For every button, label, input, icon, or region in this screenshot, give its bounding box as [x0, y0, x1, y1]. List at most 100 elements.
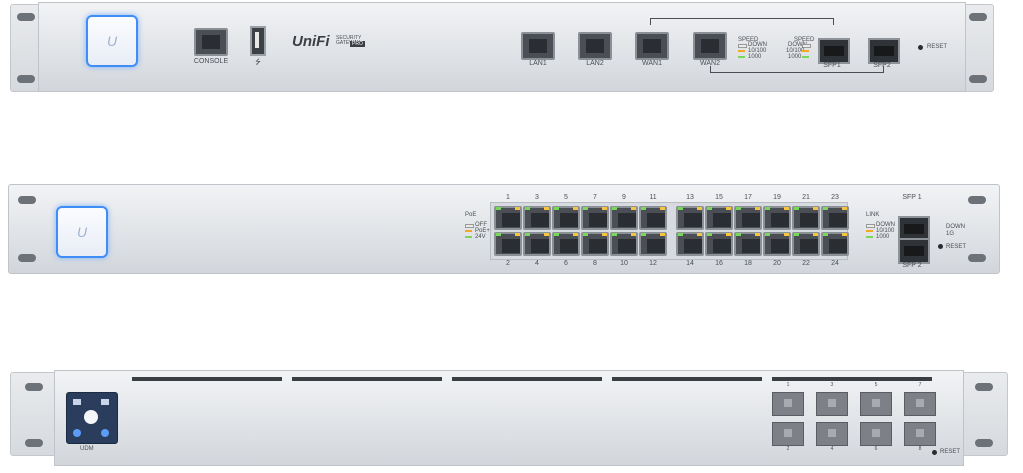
port-led-poe — [813, 233, 818, 236]
port-8[interactable] — [581, 232, 609, 256]
port-20[interactable] — [763, 232, 791, 256]
port-11[interactable] — [639, 206, 667, 230]
sfp-port-5[interactable] — [860, 392, 892, 416]
poe-24v-led — [465, 236, 472, 238]
usb-port[interactable] — [250, 26, 266, 56]
port-21[interactable] — [792, 206, 820, 230]
sfp-port-3[interactable] — [816, 392, 848, 416]
port-led-poe — [842, 233, 847, 236]
port-15[interactable] — [705, 206, 733, 230]
sfp1-port[interactable] — [818, 38, 850, 64]
reset-button[interactable] — [938, 244, 943, 249]
vent-slot — [612, 377, 762, 381]
status-display[interactable] — [66, 392, 118, 444]
port-17[interactable] — [734, 206, 762, 230]
port-number-label: 2 — [786, 446, 790, 452]
sfp-led-10-100 — [802, 50, 809, 52]
ubiquiti-logo-icon: U — [76, 224, 88, 240]
port-number-label: 4 — [830, 446, 834, 452]
display-icon-top-left — [73, 399, 81, 405]
port-12[interactable] — [639, 232, 667, 256]
sfp-down-legend: DOWN — [946, 224, 965, 230]
port-23[interactable] — [821, 206, 849, 230]
reset-label: RESET — [946, 244, 967, 250]
port-number-label: 16 — [715, 260, 723, 267]
port-number-label: 21 — [802, 194, 810, 201]
brand-logo: UniFi — [292, 33, 330, 50]
locate-button[interactable]: U — [86, 15, 138, 67]
port-number-label: 23 — [831, 194, 839, 201]
reset-button[interactable] — [918, 45, 923, 50]
reset-label: RESET — [940, 449, 961, 455]
port-4[interactable] — [523, 232, 551, 256]
sfp2-label: SFP2 — [873, 62, 891, 69]
lan1-port[interactable] — [521, 32, 555, 60]
port-number-label: 4 — [535, 260, 539, 267]
port-led-link — [554, 233, 559, 236]
port-13[interactable] — [676, 206, 704, 230]
sfp-port-4[interactable] — [816, 422, 848, 446]
port-number-label: 12 — [649, 260, 657, 267]
port-led-poe — [660, 233, 665, 236]
sfp2-port[interactable] — [898, 238, 930, 264]
port-number-label: 3 — [830, 382, 834, 388]
locate-button[interactable]: U — [56, 206, 108, 258]
port-3[interactable] — [523, 206, 551, 230]
sfp-port-8[interactable] — [904, 422, 936, 446]
port-led-poe — [573, 207, 578, 210]
port-led-link — [496, 233, 501, 236]
sfp2-label: SFP 2 — [902, 262, 922, 269]
poe-24v-label: 24V — [475, 234, 486, 240]
wan-bracket-line — [650, 18, 834, 25]
port-led-poe — [544, 207, 549, 210]
port-16[interactable] — [705, 232, 733, 256]
port-number-label: 13 — [686, 194, 694, 201]
sfp-port-2[interactable] — [772, 422, 804, 446]
lan2-label: LAN2 — [586, 60, 604, 67]
port-6[interactable] — [552, 232, 580, 256]
port-number-label: 24 — [831, 260, 839, 267]
rack-ear-right — [962, 4, 994, 92]
port-1[interactable] — [494, 206, 522, 230]
port-led-link — [794, 207, 799, 210]
poe-switch-device: U PoE OFF PoE+ 24V 1 3 5 7 9 11 13 15 17 19 21 23 2 4… — [0, 178, 1023, 278]
port-24[interactable] — [821, 232, 849, 256]
port-led-link — [641, 207, 646, 210]
port-10[interactable] — [610, 232, 638, 256]
port-led-link — [525, 207, 530, 210]
wan1-port[interactable] — [635, 32, 669, 60]
sfp-port-7[interactable] — [904, 392, 936, 416]
port-led-link — [554, 207, 559, 210]
port-number-label: 9 — [622, 194, 626, 201]
link-1000-led — [866, 236, 873, 238]
port-14[interactable] — [676, 232, 704, 256]
port-led-poe — [726, 207, 731, 210]
port-led-poe — [631, 233, 636, 236]
port-number-label: 2 — [506, 260, 510, 267]
port-18[interactable] — [734, 232, 762, 256]
port-22[interactable] — [792, 232, 820, 256]
port-led-poe — [573, 233, 578, 236]
port-led-link — [678, 233, 683, 236]
wan1-label: WAN1 — [642, 60, 662, 67]
aggregation-chassis — [54, 370, 964, 466]
console-port[interactable] — [194, 28, 228, 56]
port-led-poe — [755, 207, 760, 210]
port-19[interactable] — [763, 206, 791, 230]
lan2-port[interactable] — [578, 32, 612, 60]
sfp-port-6[interactable] — [860, 422, 892, 446]
port-9[interactable] — [610, 206, 638, 230]
sfp-speed-1000-label: 1000 — [788, 54, 802, 60]
port-led-link — [707, 207, 712, 210]
mount-hole — [969, 75, 987, 83]
status-label: UDM — [80, 446, 94, 452]
port-2[interactable] — [494, 232, 522, 256]
port-number-label: 14 — [686, 260, 694, 267]
port-5[interactable] — [552, 206, 580, 230]
wan2-port[interactable] — [693, 32, 727, 60]
sfp-port-1[interactable] — [772, 392, 804, 416]
sfp2-port[interactable] — [868, 38, 900, 64]
reset-button[interactable] — [932, 450, 937, 455]
port-number-label: 17 — [744, 194, 752, 201]
port-7[interactable] — [581, 206, 609, 230]
